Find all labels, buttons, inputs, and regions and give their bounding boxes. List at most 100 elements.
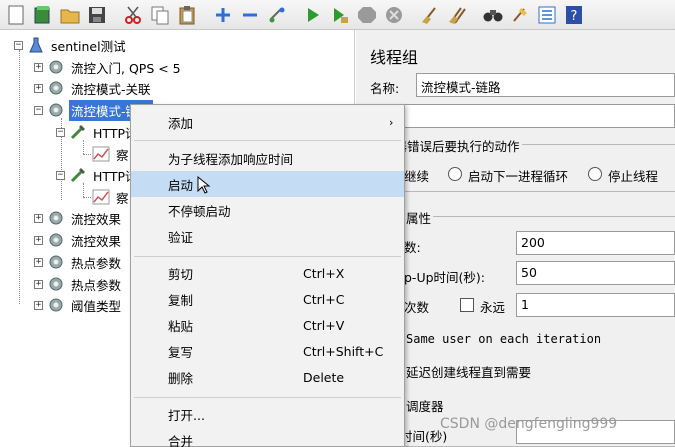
expand-toggle-icon[interactable]: + bbox=[34, 62, 43, 72]
gear-icon bbox=[47, 79, 65, 97]
menu-item-add-response-time[interactable]: 为子线程添加响应时间 bbox=[131, 145, 404, 171]
menu-item-label: 添加 bbox=[168, 115, 194, 131]
menu-shortcut: Ctrl+Shift+C bbox=[303, 343, 384, 359]
test-plan-icon bbox=[27, 36, 45, 54]
templates-icon[interactable] bbox=[31, 3, 55, 27]
collapse-toggle-icon[interactable]: − bbox=[56, 170, 65, 180]
collapse-icon[interactable] bbox=[238, 3, 262, 27]
start-no-pause-icon[interactable] bbox=[328, 3, 352, 27]
tree-node-thread-group[interactable]: + 流控效果 bbox=[34, 208, 123, 228]
expand-toggle-icon[interactable]: + bbox=[34, 83, 43, 93]
menu-item-label: 合并 bbox=[168, 433, 194, 447]
tree-node-label: 阈值类型 bbox=[71, 298, 122, 314]
tree-node-label: 流控效果 bbox=[71, 211, 122, 227]
open-icon[interactable] bbox=[58, 3, 82, 27]
expand-toggle-icon[interactable]: + bbox=[34, 300, 43, 310]
menu-item-label: 剪切 bbox=[168, 266, 194, 282]
menu-item-add[interactable]: 添加 › bbox=[131, 109, 404, 135]
menu-item-paste[interactable]: 粘贴 Ctrl+V bbox=[131, 312, 404, 338]
gear-icon bbox=[47, 101, 65, 119]
tree-node-thread-group[interactable]: + 热点参数 bbox=[34, 274, 123, 294]
function-helper-icon[interactable] bbox=[535, 3, 559, 27]
menu-item-validate[interactable]: 验证 bbox=[131, 223, 404, 249]
menu-item-open[interactable]: 打开... bbox=[131, 401, 404, 427]
context-menu: 添加 › 为子线程添加响应时间 启动 不停顿启动 验证 剪切 Ctrl+X 复制… bbox=[130, 104, 405, 447]
gear-icon bbox=[47, 58, 65, 76]
tree-node-label: sentinel测试 bbox=[51, 38, 126, 54]
loops-field[interactable]: 1 bbox=[516, 293, 675, 317]
menu-item-merge[interactable]: 合并 bbox=[131, 427, 404, 447]
menu-item-label: 打开... bbox=[168, 407, 205, 423]
radio-stop-thread[interactable] bbox=[588, 167, 602, 181]
radio-next-loop[interactable] bbox=[448, 167, 462, 181]
rampup-field[interactable]: 50 bbox=[516, 261, 675, 285]
tree-node-thread-group[interactable]: + 阈值类型 bbox=[34, 295, 123, 315]
gear-icon bbox=[47, 253, 65, 271]
new-icon[interactable] bbox=[4, 3, 28, 27]
rampup-label: p-Up时间(秒): bbox=[404, 270, 485, 285]
menu-item-delete[interactable]: 删除 Delete bbox=[131, 364, 404, 390]
menu-item-start-no-pause[interactable]: 不停顿启动 bbox=[131, 197, 404, 223]
cut-icon[interactable] bbox=[121, 3, 145, 27]
expand-toggle-icon[interactable]: + bbox=[34, 213, 43, 223]
tree-node-listener[interactable]: 察 bbox=[92, 187, 131, 207]
tree-node-root[interactable]: − sentinel测试 bbox=[14, 35, 128, 55]
menu-item-duplicate[interactable]: 复写 Ctrl+Shift+C bbox=[131, 338, 404, 364]
menu-separator bbox=[134, 140, 401, 141]
tree-node-thread-group[interactable]: + 热点参数 bbox=[34, 252, 123, 272]
expand-toggle-icon[interactable]: + bbox=[34, 257, 43, 267]
copy-icon[interactable] bbox=[148, 3, 172, 27]
help-icon[interactable]: ? bbox=[562, 3, 586, 27]
clear-icon[interactable] bbox=[418, 3, 442, 27]
gear-icon bbox=[47, 231, 65, 249]
collapse-toggle-icon[interactable]: − bbox=[56, 127, 65, 137]
tree-node-http-sampler[interactable]: − HTTP请 bbox=[56, 165, 140, 185]
toolbar: ? bbox=[0, 0, 675, 30]
save-icon[interactable] bbox=[85, 3, 109, 27]
gear-icon bbox=[47, 275, 65, 293]
expand-toggle-icon[interactable]: + bbox=[34, 235, 43, 245]
name-label: 名称: bbox=[370, 81, 400, 96]
collapse-toggle-icon[interactable]: − bbox=[34, 105, 43, 115]
panel-title: 线程组 bbox=[370, 48, 419, 67]
comments-field[interactable] bbox=[401, 104, 675, 128]
tree-node-thread-group[interactable]: + 流控入门, QPS < 5 bbox=[34, 57, 183, 77]
name-field[interactable]: 流控模式-链路 bbox=[416, 73, 675, 97]
clear-all-icon[interactable] bbox=[445, 3, 469, 27]
forever-checkbox[interactable] bbox=[460, 298, 474, 312]
expand-toggle-icon[interactable]: + bbox=[34, 279, 43, 289]
tree-node-http-sampler[interactable]: − HTTP请 bbox=[56, 122, 140, 142]
watermark: CSDN @dengfengling999 bbox=[440, 416, 618, 432]
paste-icon[interactable] bbox=[175, 3, 199, 27]
menu-shortcut: Delete bbox=[303, 369, 345, 385]
menu-item-start[interactable]: 启动 bbox=[131, 171, 404, 197]
gear-icon bbox=[47, 296, 65, 314]
radio-next-loop-label: 启动下一进程循环 bbox=[468, 169, 569, 184]
menu-item-copy[interactable]: 复制 Ctrl+C bbox=[131, 286, 404, 312]
tree-node-thread-group[interactable]: + 流控模式-关联 bbox=[34, 78, 153, 98]
forever-label: 永远 bbox=[480, 300, 506, 315]
threads-field[interactable]: 200 bbox=[516, 231, 675, 255]
menu-item-label: 为子线程添加响应时间 bbox=[168, 151, 294, 167]
menu-item-label: 验证 bbox=[168, 229, 194, 245]
expand-icon[interactable] bbox=[211, 3, 235, 27]
menu-item-cut[interactable]: 剪切 Ctrl+X bbox=[131, 260, 404, 286]
shutdown-icon[interactable] bbox=[382, 3, 406, 27]
chart-icon bbox=[92, 145, 110, 163]
search-icon[interactable] bbox=[481, 3, 505, 27]
reset-search-icon[interactable] bbox=[508, 3, 532, 27]
menu-item-label: 粘贴 bbox=[168, 318, 194, 334]
radio-continue-label: 继续 bbox=[404, 169, 430, 184]
scheduler-label: 调度器 bbox=[406, 399, 444, 414]
threads-label: 数: bbox=[404, 240, 421, 255]
tree-node-listener[interactable]: 察 bbox=[92, 144, 131, 164]
same-user-label: Same user on each iteration bbox=[406, 332, 602, 346]
toggle-icon[interactable] bbox=[265, 3, 289, 27]
start-icon[interactable] bbox=[301, 3, 325, 27]
loops-label: 次数 bbox=[404, 300, 430, 315]
stop-icon[interactable] bbox=[355, 3, 379, 27]
menu-item-label: 删除 bbox=[168, 370, 194, 386]
tree-node-thread-group[interactable]: + 流控效果 bbox=[34, 230, 123, 250]
collapse-toggle-icon[interactable]: − bbox=[14, 40, 23, 50]
tree-node-label: 流控效果 bbox=[71, 233, 122, 249]
